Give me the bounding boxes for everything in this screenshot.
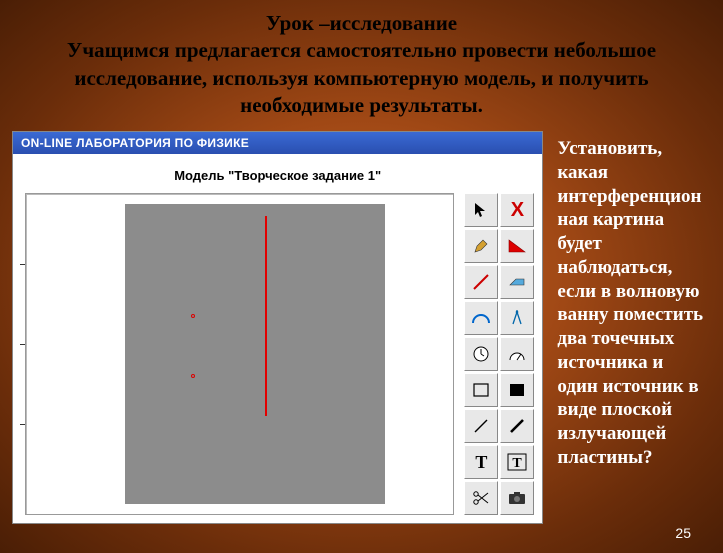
rect-fill-tool[interactable] (500, 373, 534, 407)
arc-tool[interactable] (464, 301, 498, 335)
eraser-tool[interactable] (500, 265, 534, 299)
model-title: Модель "Творческое задание 1" (13, 154, 542, 193)
canvas-frame (25, 193, 454, 515)
gauge-tool[interactable] (500, 337, 534, 371)
axis-tick (20, 264, 25, 265)
scissors-tool[interactable] (464, 481, 498, 515)
camera-tool[interactable] (500, 481, 534, 515)
heading-line-1: Урок –исследование (20, 10, 703, 37)
rect-outline-tool[interactable] (464, 373, 498, 407)
clock-tool[interactable] (464, 337, 498, 371)
text-box-tool[interactable]: T (500, 445, 534, 479)
delete-tool[interactable]: X (500, 193, 534, 227)
simulation-canvas[interactable] (125, 204, 385, 504)
compass-tool[interactable] (500, 301, 534, 335)
app-window: ON-LINE ЛАБОРАТОРИЯ ПО ФИЗИКЕ Модель "Тв… (12, 131, 543, 524)
heading-line-2: Учащимся предлагается самостоятельно про… (20, 37, 703, 119)
triangle-tool[interactable] (500, 229, 534, 263)
point-source-1 (191, 314, 195, 318)
pencil-tool[interactable] (464, 229, 498, 263)
pointer-tool[interactable] (464, 193, 498, 227)
line-tool[interactable] (464, 409, 498, 443)
text-tool[interactable]: T (464, 445, 498, 479)
workspace: X (13, 193, 542, 523)
page-number: 25 (675, 525, 691, 541)
axis-tick (20, 424, 25, 425)
window-titlebar: ON-LINE ЛАБОРАТОРИЯ ПО ФИЗИКЕ (13, 132, 542, 154)
line-red-tool[interactable] (464, 265, 498, 299)
line-thick-tool[interactable] (500, 409, 534, 443)
point-source-2 (191, 374, 195, 378)
content-row: ON-LINE ЛАБОРАТОРИЯ ПО ФИЗИКЕ Модель "Тв… (0, 125, 723, 524)
toolbox: X (464, 193, 534, 515)
plate-emitter (265, 216, 267, 416)
task-description: Установить, какая интерференцион ная кар… (543, 125, 711, 524)
svg-text:T: T (513, 456, 523, 471)
axis-tick (20, 344, 25, 345)
slide-heading: Урок –исследование Учащимся предлагается… (0, 0, 723, 125)
